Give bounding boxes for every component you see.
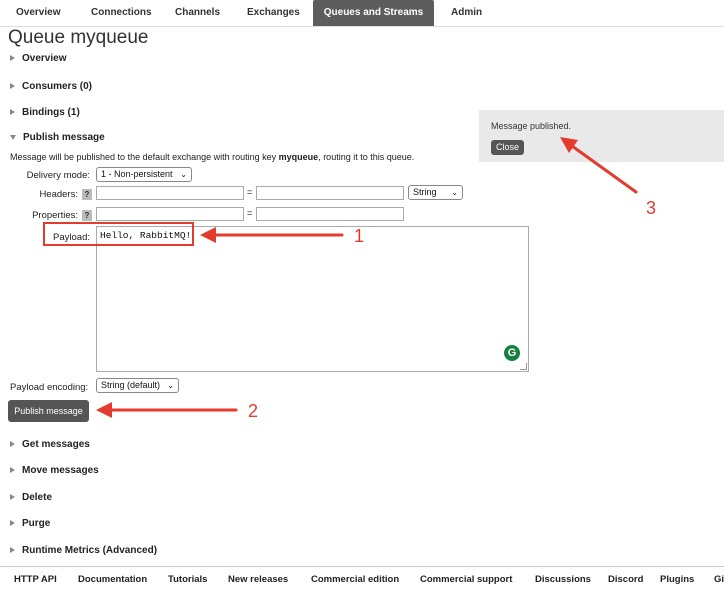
payload-encoding-label: Payload encoding: <box>10 382 89 393</box>
footer-link-plugins[interactable]: Plugins <box>660 574 694 585</box>
help-icon[interactable]: ? <box>82 210 92 221</box>
delivery-mode-label: Delivery mode: <box>26 170 90 181</box>
section-label: Move messages <box>22 465 99 476</box>
section-runtime-metrics[interactable]: Runtime Metrics (Advanced) <box>10 545 157 556</box>
footer-link-commercial-support[interactable]: Commercial support <box>420 574 512 585</box>
expand-icon <box>10 441 15 448</box>
tab-channels[interactable]: Channels <box>167 0 228 26</box>
close-button[interactable]: Close <box>491 140 524 155</box>
expand-icon <box>10 83 15 90</box>
grammarly-icon[interactable]: G <box>504 345 520 361</box>
section-move-messages[interactable]: Move messages <box>10 465 99 476</box>
tab-exchanges[interactable]: Exchanges <box>239 0 308 26</box>
footer-link-commercial-edition[interactable]: Commercial edition <box>311 574 399 585</box>
section-overview[interactable]: Overview <box>10 53 66 64</box>
tab-queues-and-streams[interactable]: Queues and Streams <box>313 0 434 26</box>
footer-link-discussions[interactable]: Discussions <box>535 574 591 585</box>
header-key-input[interactable] <box>96 186 244 200</box>
section-label: Purge <box>22 518 51 529</box>
annotation-number-2: 2 <box>248 401 259 421</box>
header-type-select[interactable]: String ⌄ <box>408 185 463 200</box>
tab-connections[interactable]: Connections <box>83 0 160 26</box>
headers-label: Headers: <box>39 189 78 201</box>
delivery-mode-value: 1 - Non-persistent <box>101 169 173 179</box>
payload-encoding-value: String (default) <box>101 380 161 390</box>
chevron-down-icon: ⌄ <box>180 170 187 179</box>
headers-label-wrap: Headers:? <box>10 189 92 200</box>
section-label: Runtime Metrics (Advanced) <box>22 545 158 556</box>
footer: HTTP API Documentation Tutorials New rel… <box>0 566 724 590</box>
queue-name: myqueue <box>70 27 149 48</box>
section-label: Overview <box>22 53 67 64</box>
payload-encoding-select[interactable]: String (default) ⌄ <box>96 378 179 393</box>
expand-icon <box>10 494 15 501</box>
chevron-down-icon: ⌄ <box>451 188 458 197</box>
publish-info-text-end: , routing it to this queue. <box>318 152 415 162</box>
publish-info-text: Message will be published to the default… <box>10 152 279 162</box>
property-key-input[interactable] <box>96 207 244 221</box>
expand-icon <box>10 547 15 554</box>
publish-message-button[interactable]: Publish message <box>8 400 89 422</box>
footer-link-tutorials[interactable]: Tutorials <box>168 574 207 585</box>
footer-link-new-releases[interactable]: New releases <box>228 574 288 585</box>
footer-link-documentation[interactable]: Documentation <box>78 574 147 585</box>
arrowhead-2 <box>96 402 112 418</box>
collapse-icon <box>10 134 16 140</box>
footer-link-http-api[interactable]: HTTP API <box>14 574 57 585</box>
section-label: Consumers (0) <box>22 81 93 92</box>
section-get-messages[interactable]: Get messages <box>10 439 90 450</box>
section-delete[interactable]: Delete <box>10 492 52 503</box>
expand-icon <box>10 520 15 527</box>
notification-panel: Message published. Close <box>479 110 724 162</box>
section-label: Bindings (1) <box>22 107 80 118</box>
resize-handle-icon[interactable] <box>520 363 527 370</box>
section-label: Publish message <box>23 132 105 143</box>
notification-text: Message published. <box>491 121 572 131</box>
top-nav: Overview Connections Channels Exchanges … <box>0 0 724 27</box>
annotation-number-1: 1 <box>354 226 365 246</box>
section-label: Delete <box>22 492 53 503</box>
delivery-mode-select[interactable]: 1 - Non-persistent ⌄ <box>96 167 192 182</box>
header-type-value: String <box>413 187 437 197</box>
footer-link-github[interactable]: GitHub <box>714 574 724 585</box>
expand-icon <box>10 55 15 62</box>
section-bindings[interactable]: Bindings (1) <box>10 107 80 118</box>
section-purge[interactable]: Purge <box>10 518 50 529</box>
tab-admin[interactable]: Admin <box>443 0 490 26</box>
tab-overview[interactable]: Overview <box>8 0 68 26</box>
properties-label: Properties: <box>32 210 78 222</box>
expand-icon <box>10 109 15 116</box>
equals-sign: = <box>247 187 253 197</box>
footer-link-discord[interactable]: Discord <box>608 574 643 585</box>
payload-highlight-box <box>43 222 194 246</box>
properties-label-wrap: Properties:? <box>10 210 92 221</box>
annotation-number-3: 3 <box>646 198 657 218</box>
help-icon[interactable]: ? <box>82 189 92 200</box>
page-title-prefix: Queue <box>8 27 66 48</box>
section-consumers[interactable]: Consumers (0) <box>10 81 92 92</box>
routing-key: myqueue <box>278 152 319 162</box>
section-publish-message[interactable]: Publish message <box>10 132 105 143</box>
chevron-down-icon: ⌄ <box>167 381 174 390</box>
section-label: Get messages <box>22 439 90 450</box>
publish-info: Message will be published to the default… <box>10 152 414 162</box>
header-value-input[interactable] <box>256 186 404 200</box>
equals-sign: = <box>247 208 253 218</box>
property-value-input[interactable] <box>256 207 404 221</box>
payload-textarea[interactable]: Hello, RabbitMQ! G <box>96 226 529 372</box>
page-title: Queue myqueue <box>8 27 149 49</box>
expand-icon <box>10 467 15 474</box>
